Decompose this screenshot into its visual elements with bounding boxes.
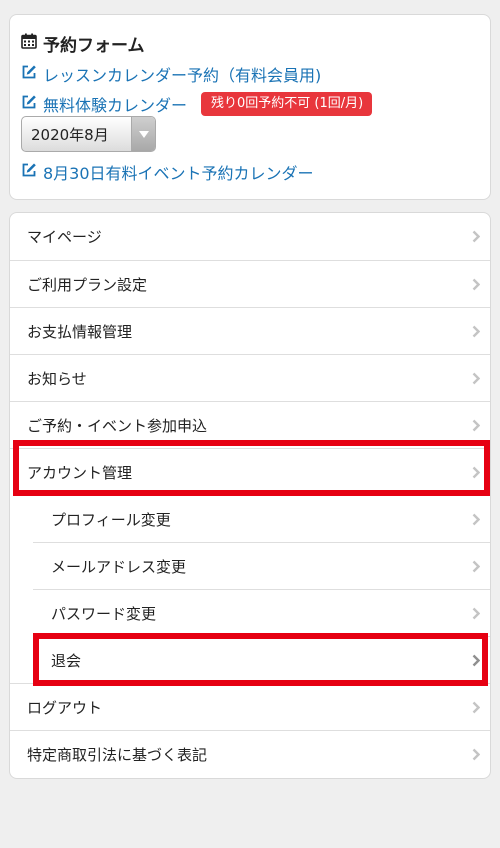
event-calendar-link[interactable]: 8月30日有料イベント予約カレンダー <box>21 160 314 184</box>
menu-item-withdraw[interactable]: 退会 <box>33 636 490 683</box>
menu-item-label: 退会 <box>51 651 82 670</box>
menu-item-label: アカウント管理 <box>27 463 133 482</box>
chevron-right-icon <box>462 372 490 385</box>
menu-item-label: お支払情報管理 <box>27 322 133 341</box>
lesson-calendar-link-text[interactable]: レッスンカレンダー予約（有料会員用) <box>43 62 321 86</box>
menu-item-label: マイページ <box>27 228 102 246</box>
edit-icon <box>21 94 43 114</box>
chevron-right-icon <box>462 278 490 291</box>
chevron-right-icon <box>462 560 490 573</box>
menu-item-logout[interactable]: ログアウト <box>10 683 490 730</box>
remaining-count-badge: 残り0回予約不可 (1回/月) <box>201 92 373 116</box>
chevron-right-icon <box>462 325 490 338</box>
chevron-right-icon <box>462 419 490 432</box>
menu-item-profile[interactable]: プロフィール変更 <box>33 495 490 542</box>
trial-calendar-row: 無料体験カレンダー 残り0回予約不可 (1回/月) <box>21 92 373 116</box>
menu-item-label: パスワード変更 <box>51 604 157 623</box>
menu-item-mypage[interactable]: マイページ <box>10 213 490 260</box>
menu-item-email[interactable]: メールアドレス変更 <box>33 542 490 589</box>
chevron-right-icon <box>462 748 490 761</box>
caret-down-icon[interactable] <box>131 117 155 151</box>
menu-item-password[interactable]: パスワード変更 <box>33 589 490 636</box>
menu-item-label: 特定商取引法に基づく表記 <box>27 745 208 764</box>
menu-item-label: ご利用プラン設定 <box>27 275 148 294</box>
edit-icon <box>21 64 43 84</box>
menu-item-label: ログアウト <box>27 698 103 717</box>
lesson-calendar-link[interactable]: レッスンカレンダー予約（有料会員用) <box>21 62 321 86</box>
menu-item-payment[interactable]: お支払情報管理 <box>10 307 490 354</box>
month-select[interactable]: 2020年8月 <box>21 116 156 152</box>
menu-item-account[interactable]: アカウント管理 <box>10 448 490 495</box>
account-menu: マイページ ご利用プラン設定 お支払情報管理 お知らせ ご予約・イベント参加申込… <box>9 212 491 779</box>
menu-item-label: メールアドレス変更 <box>51 557 187 576</box>
menu-item-notices[interactable]: お知らせ <box>10 354 490 401</box>
booking-form-title: 予約フォーム <box>21 31 145 56</box>
booking-form-title-text: 予約フォーム <box>43 36 145 56</box>
calendar-icon <box>21 33 43 54</box>
chevron-right-icon <box>462 701 490 714</box>
menu-item-label: プロフィール変更 <box>51 510 171 529</box>
chevron-right-icon <box>462 513 490 526</box>
edit-icon <box>21 162 43 182</box>
chevron-right-icon <box>462 654 490 667</box>
event-calendar-link-text[interactable]: 8月30日有料イベント予約カレンダー <box>43 160 314 184</box>
menu-item-label: お知らせ <box>27 369 87 388</box>
menu-item-reservation[interactable]: ご予約・イベント参加申込 <box>10 401 490 448</box>
menu-item-label: ご予約・イベント参加申込 <box>27 416 208 435</box>
chevron-right-icon <box>462 230 490 243</box>
menu-item-plan-settings[interactable]: ご利用プラン設定 <box>10 260 490 307</box>
month-select-value: 2020年8月 <box>31 125 109 144</box>
booking-form-card: 予約フォーム レッスンカレンダー予約（有料会員用) 無料体験カレンダー 残り0回… <box>9 14 491 200</box>
menu-item-legal-notice[interactable]: 特定商取引法に基づく表記 <box>10 730 490 777</box>
chevron-right-icon <box>462 466 490 479</box>
chevron-right-icon <box>462 607 490 620</box>
trial-calendar-link[interactable]: 無料体験カレンダー <box>43 92 187 116</box>
